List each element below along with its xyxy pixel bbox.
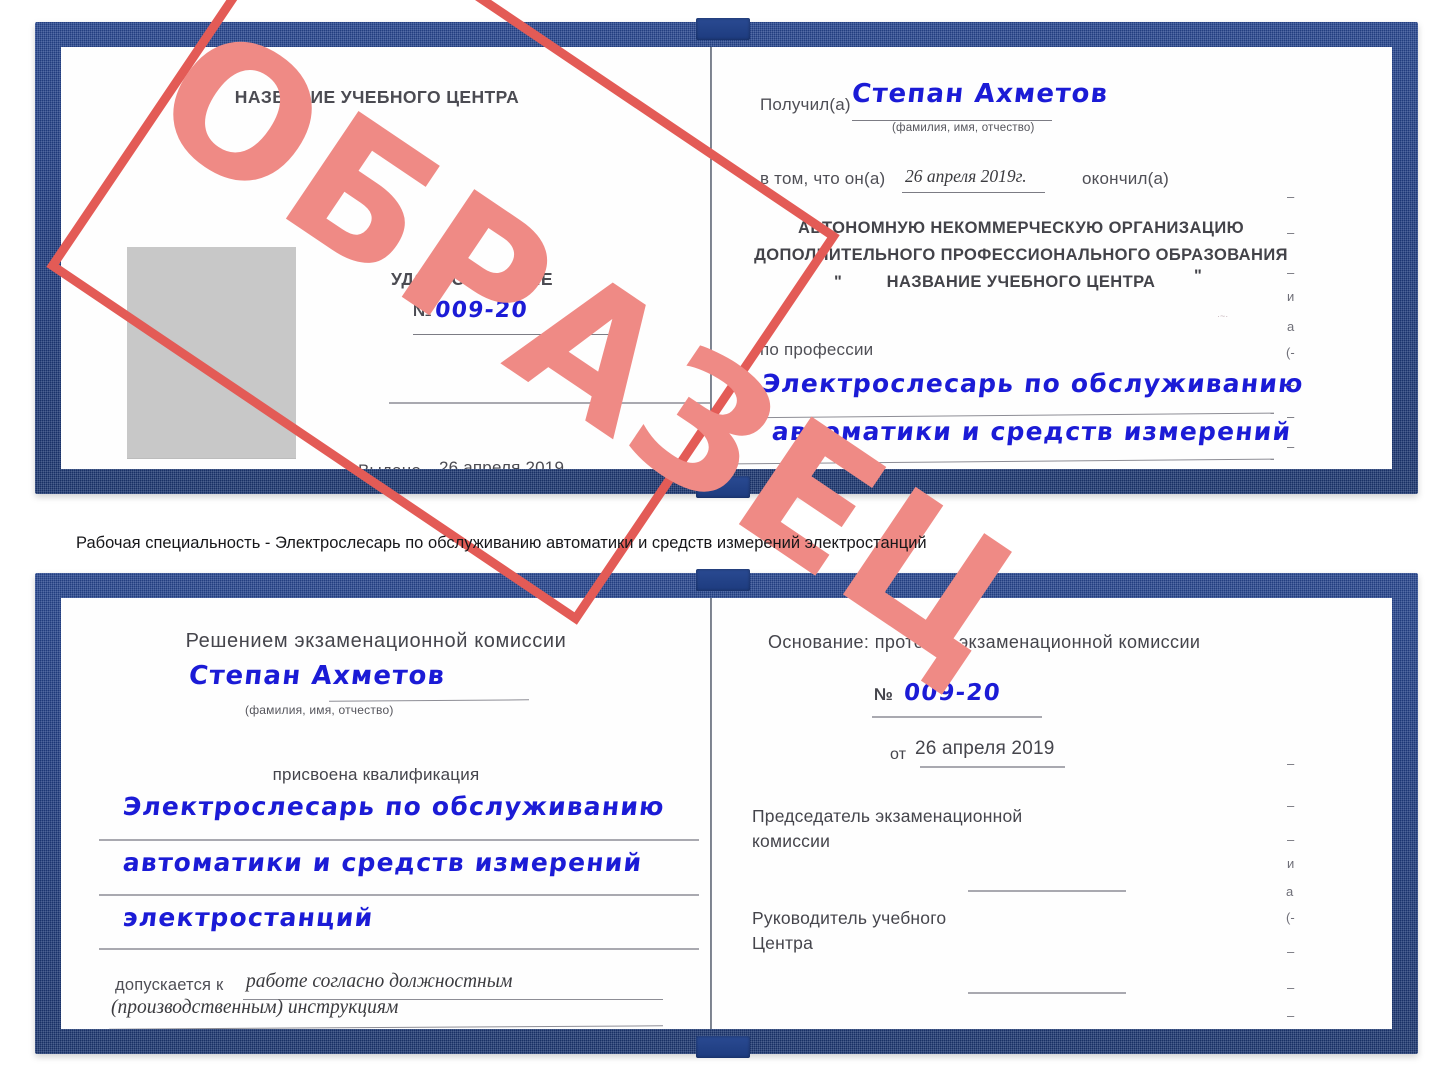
admitted-value-line-2: (производственным) инструкциям — [111, 997, 399, 1018]
commission-decision-heading: Решением экзаменационной комиссии — [185, 630, 567, 652]
finished-label: окончил(а) — [1082, 169, 1169, 188]
edge-mark-b-2: – — [1287, 832, 1295, 847]
recipient-name-hint: (фамилия, имя, отчество) — [245, 703, 394, 717]
protocol-number-rule — [872, 716, 1042, 718]
profession-rule-2 — [734, 458, 1274, 465]
qualification-rule-3 — [99, 948, 699, 950]
protocol-number-symbol: № — [874, 685, 894, 704]
spine-tab-bottom — [696, 476, 750, 498]
chairman-line-2: комиссии — [752, 831, 831, 851]
qualification-label: присвоена квалификация — [272, 765, 480, 784]
edge-mark-8: – — [1287, 439, 1295, 454]
admitted-label: допускается к — [115, 976, 224, 994]
edge-mark-b-6: – — [1287, 944, 1295, 959]
page-bottom-left: Решением экзаменационной комиссии Степан… — [61, 598, 710, 1029]
certificate-bottom-pages: Решением экзаменационной комиссии Степан… — [61, 598, 1392, 1029]
qualification-rule-2 — [99, 894, 699, 896]
page-top-left: НАЗВАНИЕ УЧЕБНОГО ЦЕНТРА УДОСТОВЕРЕНИЕ №… — [61, 47, 710, 469]
issued-label: Выдано — [358, 461, 421, 469]
protocol-date-label: от — [890, 746, 907, 763]
page-top-right: Получил(а) Степан Ахметов (фамилия, имя,… — [712, 47, 1392, 469]
profession-line-2: автоматики и средств измерений — [770, 417, 1293, 446]
number-rule — [413, 334, 625, 335]
protocol-number-value: 009-20 — [902, 680, 1003, 706]
edge-mark-0: – — [1287, 189, 1295, 204]
that-he-date-value: 26 апреля 2019г. — [905, 166, 1027, 186]
specialty-caption: Рабочая специальность - Электрослесарь п… — [76, 534, 927, 552]
protocol-date-rule — [920, 766, 1065, 768]
number-symbol-label: № — [413, 301, 433, 320]
chairman-signature-rule — [968, 890, 1126, 892]
admitted-value-line-1: работе согласно должностным — [246, 971, 513, 992]
edge-mark-b-4: а — [1286, 884, 1294, 899]
head-line-2: Центра — [752, 933, 814, 953]
certificate-number-value: 009-20 — [433, 298, 530, 323]
edge-mark-b-5: (- — [1286, 910, 1295, 925]
blank-rule-1 — [389, 402, 710, 404]
qualification-line-3: электростанций — [121, 903, 375, 932]
certificate-bottom: Решением экзаменационной комиссии Степан… — [35, 569, 1418, 1058]
edge-mark-b-0: – — [1287, 756, 1295, 771]
qualification-line-1: Электрослесарь по обслуживанию — [121, 792, 667, 821]
recipient-name-rule — [328, 699, 530, 702]
edge-mark-b-1: – — [1287, 798, 1295, 813]
edge-mark-7: – — [1287, 409, 1295, 424]
faint-artifact: ·~· — [1217, 311, 1229, 321]
edge-mark-6: – — [1287, 377, 1295, 392]
issued-date-value: 26 апреля 2019 — [439, 458, 565, 469]
received-name-value: Степан Ахметов — [850, 79, 1110, 109]
head-signature-rule — [968, 992, 1126, 994]
qualification-line-2: автоматики и средств измерений — [121, 848, 644, 877]
spine-tab-bottom-top — [696, 569, 750, 591]
profession-line-3: электростанций — [760, 467, 1013, 469]
page-top-left-heading: НАЗВАНИЕ УЧЕБНОГО ЦЕНТРА — [234, 87, 520, 107]
certificate-scan-canvas: НАЗВАНИЕ УЧЕБНОГО ЦЕНТРА УДОСТОВЕРЕНИЕ №… — [0, 0, 1448, 1085]
certificate-top-pages: НАЗВАНИЕ УЧЕБНОГО ЦЕНТРА УДОСТОВЕРЕНИЕ №… — [61, 47, 1392, 469]
certificate-top: НАЗВАНИЕ УЧЕБНОГО ЦЕНТРА УДОСТОВЕРЕНИЕ №… — [35, 0, 1418, 715]
edge-mark-b-7: – — [1287, 980, 1295, 995]
profession-line-1: Электрослесарь по обслуживанию — [760, 369, 1306, 398]
organization-line-2: ДОПОЛНИТЕЛЬНОГО ПРОФЕССИОНАЛЬНОГО ОБРАЗО… — [754, 246, 1288, 264]
photo-placeholder — [127, 247, 296, 459]
received-rule — [852, 120, 1052, 121]
spine-tab-top — [696, 18, 750, 40]
that-he-rule — [902, 192, 1045, 193]
qualification-rule-1 — [99, 839, 699, 841]
profession-label: по профессии — [760, 340, 874, 359]
organization-quote-close: " — [1194, 267, 1203, 285]
edge-mark-1: – — [1287, 225, 1295, 240]
recipient-name-value: Степан Ахметов — [187, 661, 447, 691]
that-he-label: в том, что он(а) — [760, 169, 886, 188]
spine-tab-bottom-bottom — [696, 1036, 750, 1058]
edge-mark-3: и — [1287, 289, 1295, 304]
edge-mark-2: – — [1287, 265, 1295, 280]
admitted-rule-2 — [109, 1025, 663, 1029]
received-label: Получил(а) — [760, 95, 851, 114]
edge-mark-5: (- — [1286, 345, 1295, 360]
organization-line-3: НАЗВАНИЕ УЧЕБНОГО ЦЕНТРА — [886, 273, 1156, 291]
edge-mark-4: а — [1287, 319, 1295, 334]
edge-mark-b-8: – — [1287, 1008, 1295, 1023]
page-bottom-right: Основание: протокол экзаменационной коми… — [712, 598, 1392, 1029]
basis-label: Основание: протокол экзаменационной коми… — [768, 632, 1201, 652]
edge-mark-b-3: и — [1287, 856, 1295, 871]
protocol-date-value: 26 апреля 2019 — [915, 738, 1055, 759]
organization-line-1: АВТОНОМНУЮ НЕКОММЕРЧЕСКУЮ ОРГАНИЗАЦИЮ — [798, 219, 1244, 237]
received-hint: (фамилия, имя, отчество) — [892, 122, 1035, 134]
head-line-1: Руководитель учебного — [752, 908, 947, 928]
chairman-line-1: Председатель экзаменационной — [752, 806, 1023, 826]
document-type-label: УДОСТОВЕРЕНИЕ — [391, 269, 553, 289]
